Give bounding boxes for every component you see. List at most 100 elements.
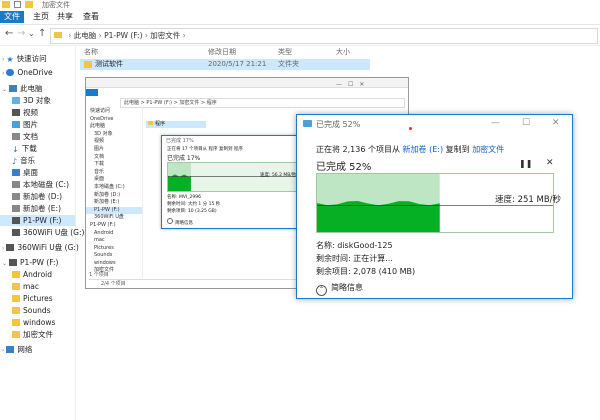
cloud-icon xyxy=(6,69,15,76)
usb-drive-icon xyxy=(9,259,18,266)
tab-file[interactable]: 文件 xyxy=(0,11,24,23)
drive-icon xyxy=(12,181,20,188)
inner-dialog-title: 已完成 17% xyxy=(166,138,194,144)
inner-sidebar-item: 快速访问 xyxy=(90,108,111,114)
file-name: 测试软件 xyxy=(95,60,123,68)
back-arrow-icon[interactable]: ← xyxy=(5,28,13,39)
inner-sidebar-item: 下载 xyxy=(94,161,105,168)
file-row[interactable]: 测试软件 2020/5/17 21:21 文件夹 xyxy=(80,59,370,70)
sidebar-item-drive-f[interactable]: P1-PW (F:) xyxy=(0,215,75,226)
inner-sidebar-item: 本地磁盘 (C:) xyxy=(94,183,125,190)
breadcrumb-this-pc[interactable]: 此电脑 xyxy=(74,31,97,40)
sidebar-item-3d-objects[interactable]: 3D 对象 xyxy=(0,95,75,106)
sidebar-item-quick-access[interactable]: › ★ 快速访问 xyxy=(0,53,75,64)
column-date[interactable]: 修改日期 xyxy=(208,47,236,57)
inner-name: 名称: MVI_2996 xyxy=(167,195,201,200)
app-icon xyxy=(2,1,10,8)
copy-description: 正在将 2,136 个项目从 新加卷 (E:) 复制到 加密文件 xyxy=(316,145,505,154)
sidebar-item-mac[interactable]: mac xyxy=(0,281,75,292)
tab-view[interactable]: 查看 xyxy=(78,11,104,23)
column-name[interactable]: 名称 xyxy=(84,47,98,57)
inner-sidebar-item: 视频 xyxy=(94,138,105,145)
inner-speed: 速度: 56.2 MB/秒 xyxy=(260,173,297,178)
inner-sidebar-item: 图片 xyxy=(94,145,105,152)
folder-quick-icon[interactable] xyxy=(25,1,33,8)
inner-less-info: 简略信息 xyxy=(167,218,193,226)
cancel-icon[interactable]: ✕ xyxy=(546,158,554,168)
document-icon xyxy=(12,133,20,140)
progress-label: 已完成 52% xyxy=(316,162,372,173)
copy-progress-dialog: 已完成 52% — ☐ ✕ 正在将 2,136 个项目从 新加卷 (E:) 复制… xyxy=(296,114,573,299)
sidebar-item-drive-e[interactable]: 新加卷 (E:) xyxy=(0,203,75,214)
computer-icon xyxy=(9,85,18,92)
inner-file-row: 程序 xyxy=(146,121,206,128)
chevron-down-icon[interactable]: ⌄ xyxy=(28,29,35,38)
folder-icon xyxy=(12,331,20,338)
sidebar-item-drive-c[interactable]: 本地磁盘 (C:) xyxy=(0,179,75,190)
usb-drive-icon xyxy=(6,244,15,251)
title-bar: 加密文件 xyxy=(0,0,600,10)
sidebar-item-this-pc[interactable]: ⌄ 此电脑 xyxy=(0,83,75,94)
dialog-title-bar: 已完成 52% — ☐ ✕ xyxy=(297,115,572,133)
sidebar-item-desktop[interactable]: 桌面 xyxy=(0,167,75,178)
sidebar-item-pictures-folder[interactable]: Pictures xyxy=(0,293,75,304)
sidebar-item-videos[interactable]: 视频 xyxy=(0,107,75,118)
drive-icon xyxy=(12,193,20,200)
sidebar-item-pictures[interactable]: 图片 xyxy=(0,119,75,130)
folder-icon xyxy=(12,283,20,290)
column-type[interactable]: 类型 xyxy=(278,47,292,57)
address-bar[interactable]: › 此电脑 › P1-PW (F:) › 加密文件 › xyxy=(50,28,598,44)
inner-sidebar-item: Sounds xyxy=(94,252,113,259)
inner-time-left: 剩余时间: 大约 1 分 15 秒 xyxy=(167,202,221,207)
folder-icon xyxy=(12,307,20,314)
navigation-pane: › ★ 快速访问 › OneDrive ⌄ 此电脑 3D 对象 视频 图片 文档 ↓ 下载… xyxy=(0,46,84,420)
sidebar-item-network[interactable]: › 网络 xyxy=(0,344,75,355)
sidebar-item-drive-f-root[interactable]: ⌄ P1-PW (F:) xyxy=(0,257,75,268)
folder-icon xyxy=(12,319,20,326)
sidebar-item-windows[interactable]: windows xyxy=(0,317,75,328)
music-icon: ♪ xyxy=(12,157,18,166)
sidebar-item-drive-g[interactable]: 360WiFi U盘 (G:) xyxy=(0,227,84,238)
ribbon: 文件 主页 共享 查看 xyxy=(0,10,600,25)
forward-arrow-icon[interactable]: → xyxy=(17,28,25,39)
inner-sidebar-item: mac xyxy=(94,237,105,244)
up-arrow-icon[interactable]: ↑ xyxy=(38,28,46,39)
inner-sidebar-item: Android xyxy=(94,229,114,236)
red-dot xyxy=(409,127,412,130)
sidebar-item-onedrive[interactable]: › OneDrive xyxy=(0,67,75,78)
inner-window-controls: — ☐ ✕ xyxy=(336,81,365,88)
sidebar-item-downloads[interactable]: ↓ 下载 xyxy=(0,143,75,154)
download-icon: ↓ xyxy=(12,145,19,154)
breadcrumb-drive[interactable]: P1-PW (F:) xyxy=(104,31,142,40)
minimize-icon[interactable]: — xyxy=(491,118,500,128)
chevron-up-icon: ⌃ xyxy=(316,285,327,296)
cube-icon xyxy=(12,97,20,104)
tab-home[interactable]: 主页 xyxy=(28,11,54,23)
column-size[interactable]: 大小 xyxy=(336,47,350,57)
sidebar-item-android[interactable]: Android xyxy=(0,269,75,280)
breadcrumb-folder[interactable]: 加密文件 xyxy=(150,31,180,40)
less-info-toggle[interactable]: ⌃ 简略信息 xyxy=(316,282,363,296)
sidebar-item-drive-g-root[interactable]: › 360WiFi U盘 (G:) xyxy=(0,242,79,253)
close-icon[interactable]: ✕ xyxy=(552,118,560,128)
sidebar-item-music[interactable]: ♪ 音乐 xyxy=(0,155,75,166)
source-link[interactable]: 新加卷 (E:) xyxy=(403,145,444,154)
destination-link[interactable]: 加密文件 xyxy=(472,145,504,154)
maximize-icon[interactable]: ☐ xyxy=(522,118,530,128)
inner-address-bar: 此电脑 > P1-PW (F:) > 加密文件 > 程序 xyxy=(120,98,405,108)
save-quick-icon[interactable] xyxy=(14,1,21,8)
sidebar-item-encrypted[interactable]: 加密文件 xyxy=(0,329,75,340)
tab-share[interactable]: 共享 xyxy=(52,11,78,23)
inner-sidebar-item: P1-PW (F:) xyxy=(90,221,116,228)
star-icon: ★ xyxy=(6,55,14,64)
pause-icon[interactable]: ❚❚ xyxy=(519,159,532,168)
file-name-text: 名称: diskGood-125 xyxy=(316,241,393,250)
copy-icon xyxy=(303,120,312,127)
sidebar-item-sounds[interactable]: Sounds xyxy=(0,305,75,316)
sidebar-item-drive-d[interactable]: 新加卷 (D:) xyxy=(0,191,75,202)
file-date: 2020/5/17 21:21 xyxy=(208,60,267,68)
inner-file-tab xyxy=(86,89,98,96)
sidebar-item-documents[interactable]: 文档 xyxy=(0,131,75,142)
inner-sidebar: 快速访问 OneDrive 此电脑 3D 对象 视频 图片 文档 下载 音乐 桌… xyxy=(86,108,143,278)
inner-sidebar-item: Pictures xyxy=(94,244,114,251)
